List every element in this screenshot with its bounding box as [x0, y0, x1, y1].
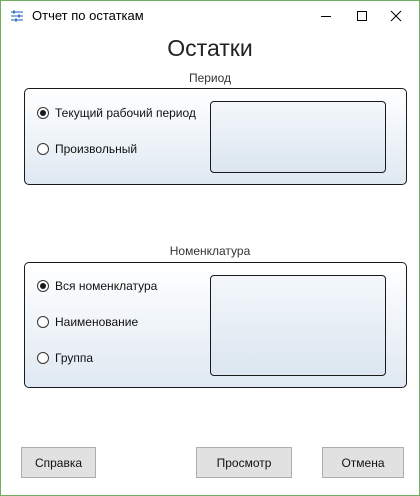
close-icon: [390, 10, 402, 22]
radio-by-name[interactable]: Наименование: [37, 315, 138, 329]
nomenclature-group: Вся номенклатура Наименование Группа: [24, 262, 407, 388]
period-group: Текущий рабочий период Произвольный: [24, 88, 407, 185]
radio-button[interactable]: [37, 352, 49, 364]
radio-all-nomenclature[interactable]: Вся номенклатура: [37, 279, 157, 293]
title-bar[interactable]: Отчет по остаткам: [1, 1, 419, 31]
page-title: Остатки: [167, 35, 253, 61]
radio-current-period[interactable]: Текущий рабочий период: [37, 106, 196, 120]
radio-label: Текущий рабочий период: [55, 106, 196, 120]
radio-custom-period[interactable]: Произвольный: [37, 142, 137, 156]
period-detail-panel: [210, 101, 386, 173]
radio-by-group[interactable]: Группа: [37, 351, 93, 365]
nomenclature-group-title: Номенклатура: [169, 244, 251, 258]
radio-button[interactable]: [37, 143, 49, 155]
close-button[interactable]: [373, 1, 419, 31]
report-window: Отчет по остаткам Остатки Период Текущий…: [0, 0, 420, 496]
window-title: Отчет по остаткам: [32, 8, 144, 23]
maximize-icon: [357, 11, 367, 21]
period-group-title: Период: [188, 71, 232, 85]
radio-button-checked[interactable]: [37, 280, 49, 292]
radio-label: Вся номенклатура: [55, 279, 158, 293]
minimize-icon: [321, 16, 331, 17]
radio-label: Наименование: [55, 315, 139, 329]
cancel-button[interactable]: Отмена: [322, 447, 404, 478]
help-button[interactable]: Справка: [21, 447, 96, 478]
preview-button[interactable]: Просмотр: [196, 447, 292, 478]
nomenclature-detail-panel: [210, 275, 386, 376]
radio-button[interactable]: [37, 316, 49, 328]
radio-button-checked[interactable]: [37, 107, 49, 119]
radio-label: Группа: [55, 351, 94, 365]
sliders-icon: [11, 10, 23, 22]
radio-label: Произвольный: [55, 142, 138, 156]
